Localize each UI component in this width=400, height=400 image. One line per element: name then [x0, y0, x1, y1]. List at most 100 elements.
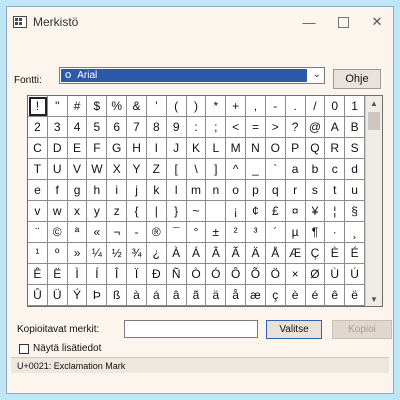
character-cell[interactable]: E — [67, 138, 88, 159]
character-cell[interactable]: J — [166, 138, 187, 159]
character-cell[interactable]: ã — [186, 285, 207, 306]
character-cell[interactable]: ß — [107, 285, 128, 306]
character-cell[interactable]: Ù — [325, 264, 346, 285]
character-cell[interactable]: ª — [67, 222, 88, 243]
copy-button[interactable]: Kopioi — [332, 320, 392, 339]
character-cell[interactable]: " — [47, 96, 68, 117]
character-cell[interactable]: Ú — [345, 264, 365, 285]
character-cell[interactable]: , — [246, 96, 266, 117]
character-cell[interactable]: r — [285, 180, 306, 201]
character-cell[interactable]: ¡ — [226, 201, 247, 222]
character-cell[interactable]: V — [67, 159, 88, 180]
character-cell[interactable] — [206, 201, 227, 222]
character-grid-scrollbar[interactable]: ▲ ▼ — [365, 96, 382, 306]
character-cell[interactable]: W — [87, 159, 108, 180]
character-cell[interactable]: n — [206, 180, 227, 201]
character-cell[interactable]: D — [47, 138, 68, 159]
character-cell[interactable]: k — [146, 180, 167, 201]
character-cell[interactable]: Y — [127, 159, 147, 180]
character-cell[interactable]: À — [166, 243, 187, 264]
character-cell[interactable]: ¾ — [127, 243, 147, 264]
character-cell[interactable]: ¹ — [28, 243, 48, 264]
character-cell[interactable]: Ñ — [166, 264, 187, 285]
character-cell[interactable]: | — [146, 201, 167, 222]
character-cell[interactable]: } — [166, 201, 187, 222]
character-cell[interactable]: # — [67, 96, 88, 117]
character-cell[interactable]: Ð — [146, 264, 167, 285]
character-cell[interactable]: Å — [265, 243, 286, 264]
character-cell[interactable]: S — [345, 138, 365, 159]
character-cell[interactable]: · — [325, 222, 346, 243]
character-cell[interactable]: 4 — [67, 117, 88, 138]
character-cell[interactable]: 0 — [325, 96, 346, 117]
character-cell[interactable]: % — [107, 96, 128, 117]
character-cell[interactable]: ¸ — [345, 222, 365, 243]
character-cell[interactable]: p — [246, 180, 266, 201]
character-cell[interactable]: b — [305, 159, 326, 180]
character-cell[interactable]: Ä — [246, 243, 266, 264]
character-cell[interactable]: ¿ — [146, 243, 167, 264]
character-cell[interactable]: y — [87, 201, 108, 222]
character-cell[interactable]: 1 — [345, 96, 365, 117]
character-cell[interactable]: > — [265, 117, 286, 138]
character-cell[interactable]: O — [265, 138, 286, 159]
character-cell[interactable]: + — [226, 96, 247, 117]
character-cell[interactable]: ¯ — [166, 222, 187, 243]
character-cell[interactable]: è — [285, 285, 306, 306]
character-cell[interactable]: ` — [265, 159, 286, 180]
character-cell[interactable]: µ — [285, 222, 306, 243]
character-cell[interactable]: × — [285, 264, 306, 285]
character-cell[interactable]: Ã — [226, 243, 247, 264]
character-cell[interactable]: . — [285, 96, 306, 117]
character-cell[interactable]: ] — [206, 159, 227, 180]
character-cell[interactable]: m — [186, 180, 207, 201]
character-cell[interactable]: ¨ — [28, 222, 48, 243]
character-cell[interactable]: ë — [345, 285, 365, 306]
character-cell[interactable]: ^ — [226, 159, 247, 180]
character-cell[interactable]: Ò — [186, 264, 207, 285]
character-cell[interactable]: z — [107, 201, 128, 222]
font-dropdown[interactable]: O Arial ⌄ — [59, 67, 325, 84]
scroll-down-icon[interactable]: ▼ — [366, 292, 382, 306]
character-cell[interactable]: = — [246, 117, 266, 138]
character-cell[interactable]: w — [47, 201, 68, 222]
character-cell[interactable]: 6 — [107, 117, 128, 138]
character-cell[interactable]: à — [127, 285, 147, 306]
character-cell[interactable]: ä — [206, 285, 227, 306]
character-cell[interactable]: < — [226, 117, 247, 138]
character-cell[interactable]: Î — [107, 264, 128, 285]
character-cell[interactable]: B — [345, 117, 365, 138]
character-cell[interactable]: x — [67, 201, 88, 222]
character-cell[interactable]: M — [226, 138, 247, 159]
scrollbar-thumb[interactable] — [368, 112, 380, 130]
character-cell[interactable]: ¢ — [246, 201, 266, 222]
character-cell[interactable]: _ — [246, 159, 266, 180]
character-cell[interactable]: Ø — [305, 264, 326, 285]
chevron-down-icon[interactable]: ⌄ — [313, 69, 321, 80]
character-cell[interactable]: u — [345, 180, 365, 201]
scroll-up-icon[interactable]: ▲ — [366, 96, 382, 110]
character-cell[interactable]: ® — [146, 222, 167, 243]
character-cell[interactable]: Ó — [206, 264, 227, 285]
character-cell[interactable]: t — [325, 180, 346, 201]
character-cell[interactable]: ¦ — [325, 201, 346, 222]
character-cell[interactable]: l — [166, 180, 187, 201]
character-cell[interactable]: / — [305, 96, 326, 117]
character-cell[interactable]: 8 — [146, 117, 167, 138]
character-cell[interactable]: Õ — [246, 264, 266, 285]
minimize-button[interactable]: — — [291, 9, 327, 35]
character-cell[interactable]: Ç — [305, 243, 326, 264]
character-cell[interactable]: ± — [206, 222, 227, 243]
character-cell[interactable]: á — [146, 285, 167, 306]
character-cell[interactable]: 5 — [87, 117, 108, 138]
character-cell[interactable]: \ — [186, 159, 207, 180]
character-cell[interactable]: È — [325, 243, 346, 264]
character-cell[interactable]: Ê — [28, 264, 48, 285]
character-cell[interactable]: Â — [206, 243, 227, 264]
character-cell[interactable]: ½ — [107, 243, 128, 264]
character-cell[interactable]: ? — [285, 117, 306, 138]
character-cell[interactable]: Ì — [67, 264, 88, 285]
help-button[interactable]: Ohje — [333, 69, 381, 89]
character-cell[interactable]: ; — [206, 117, 227, 138]
character-cell[interactable]: Z — [146, 159, 167, 180]
